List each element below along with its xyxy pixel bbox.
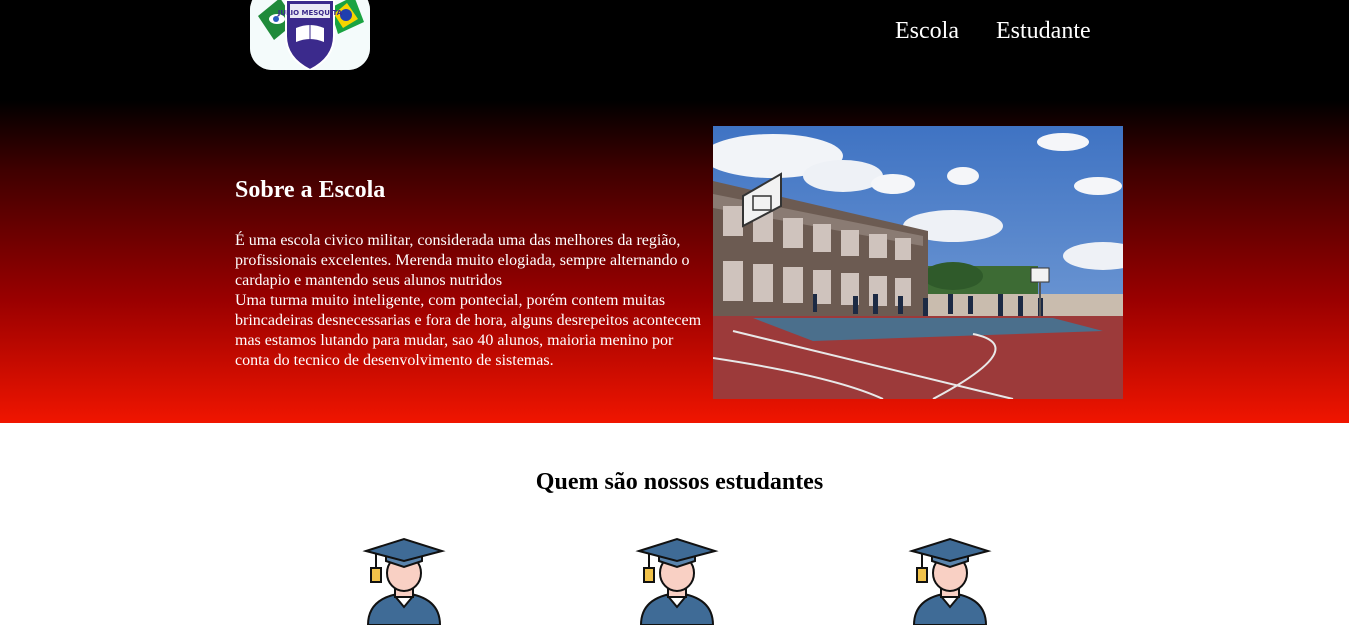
- about-paragraph-2: Uma turma muito inteligente, com ponteci…: [235, 292, 702, 369]
- about-paragraph-1: É uma escola civico militar, considerada…: [235, 232, 690, 289]
- hero-section: JULIO MESQUITA Escola Estudante Sobre a …: [0, 0, 1349, 423]
- school-crest-icon: JULIO MESQUITA: [250, 0, 370, 70]
- school-court-image: [713, 126, 1123, 399]
- graduate-student-icon: [908, 535, 992, 626]
- school-logo[interactable]: JULIO MESQUITA: [250, 0, 370, 70]
- about-title: Sobre a Escola: [235, 177, 386, 203]
- nav-link-escola[interactable]: Escola: [895, 18, 959, 45]
- graduate-student-icon: [635, 535, 719, 626]
- svg-text:JULIO MESQUITA: JULIO MESQUITA: [277, 9, 343, 17]
- about-text: É uma escola civico militar, considerada…: [235, 231, 710, 371]
- nav-link-estudante[interactable]: Estudante: [996, 18, 1091, 45]
- students-section-title: Quem são nossos estudantes: [535, 469, 824, 495]
- graduate-student-icon: [362, 535, 446, 626]
- school-court-photo: [713, 126, 1123, 399]
